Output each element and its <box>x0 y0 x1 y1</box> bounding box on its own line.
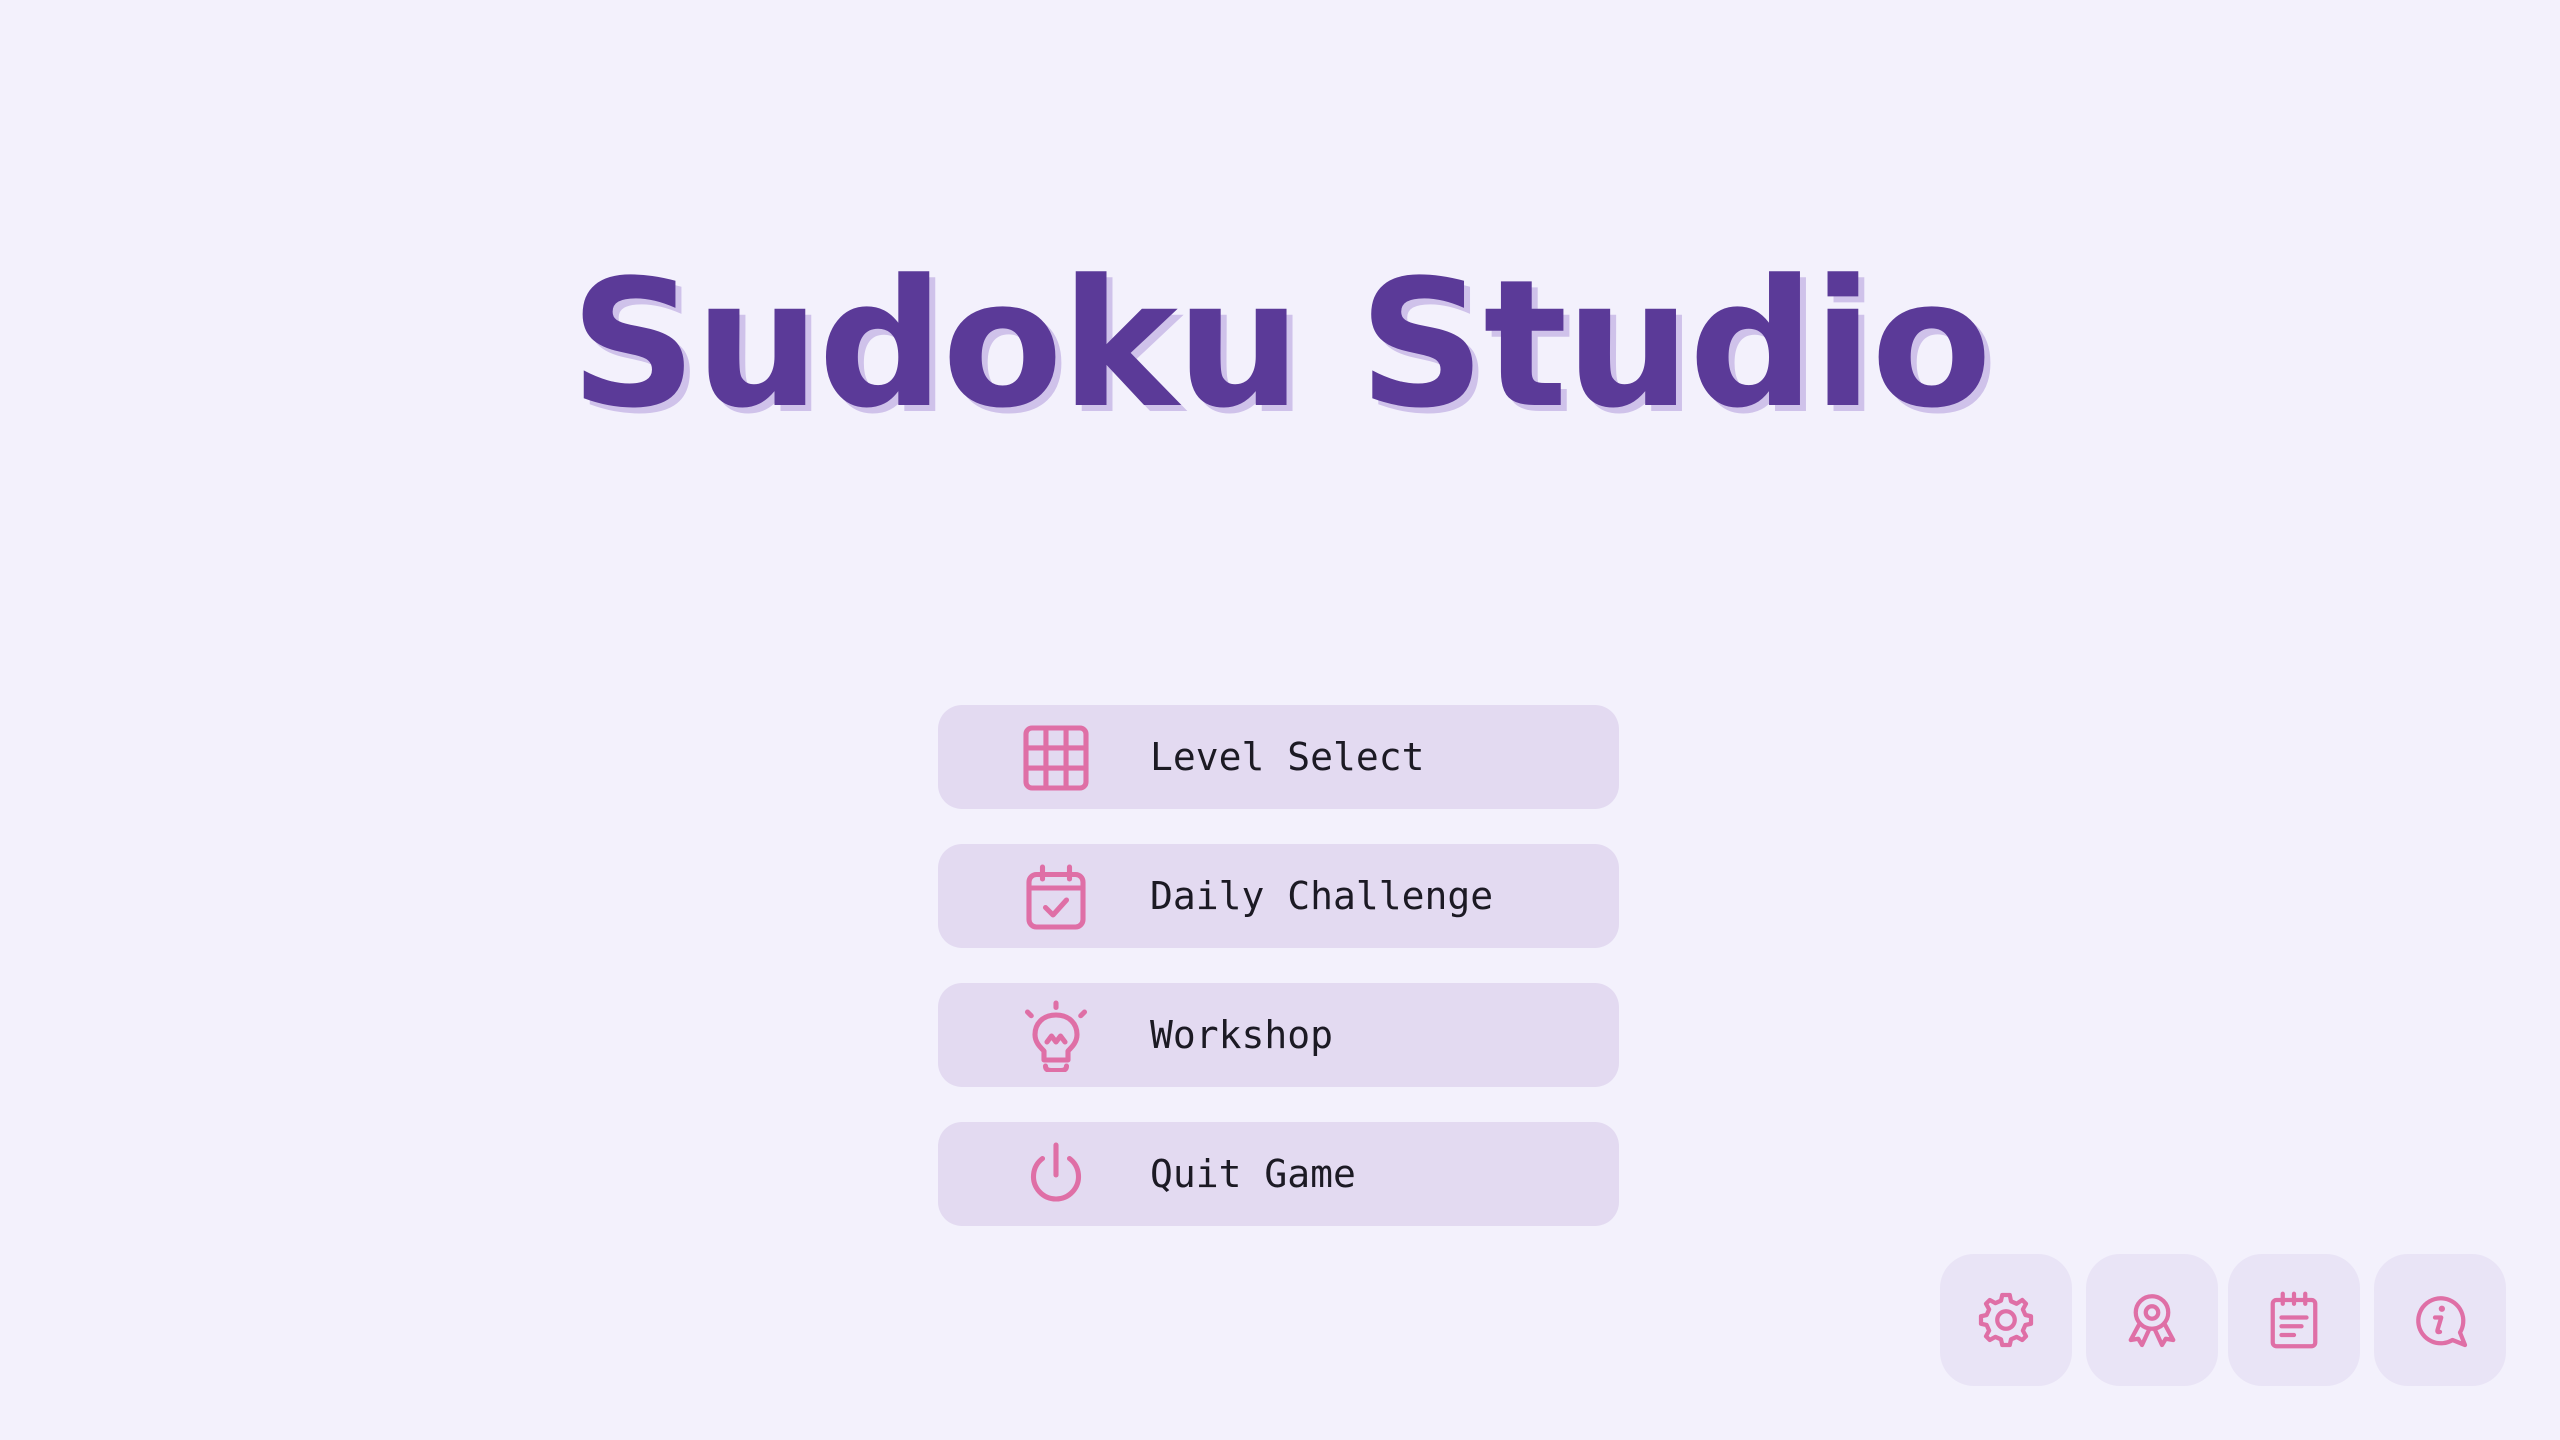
achievements-button[interactable] <box>2086 1254 2218 1386</box>
lightbulb-icon <box>1020 1000 1092 1072</box>
daily-challenge-button[interactable]: Daily Challenge <box>938 844 1619 948</box>
notepad-icon <box>2270 1291 2318 1349</box>
info-button[interactable] <box>2374 1254 2506 1386</box>
level-select-label: Level Select <box>1150 735 1425 779</box>
game-title: Sudoku Studio <box>570 242 1992 447</box>
settings-button[interactable] <box>1940 1254 2072 1386</box>
grid-icon <box>1020 722 1092 794</box>
workshop-label: Workshop <box>1150 1013 1334 1057</box>
calendar-check-icon <box>1020 861 1092 933</box>
main-menu: Level Select Daily Challenge Workshop Qu… <box>938 705 1619 1261</box>
power-icon <box>1020 1139 1092 1211</box>
daily-challenge-label: Daily Challenge <box>1150 874 1494 918</box>
info-chat-icon <box>2416 1296 2468 1348</box>
notes-button[interactable] <box>2228 1254 2360 1386</box>
award-ribbon-icon <box>2128 1294 2176 1348</box>
workshop-button[interactable]: Workshop <box>938 983 1619 1087</box>
level-select-button[interactable]: Level Select <box>938 705 1619 809</box>
gear-icon <box>1978 1292 2034 1348</box>
quit-game-label: Quit Game <box>1150 1152 1356 1196</box>
quit-game-button[interactable]: Quit Game <box>938 1122 1619 1226</box>
